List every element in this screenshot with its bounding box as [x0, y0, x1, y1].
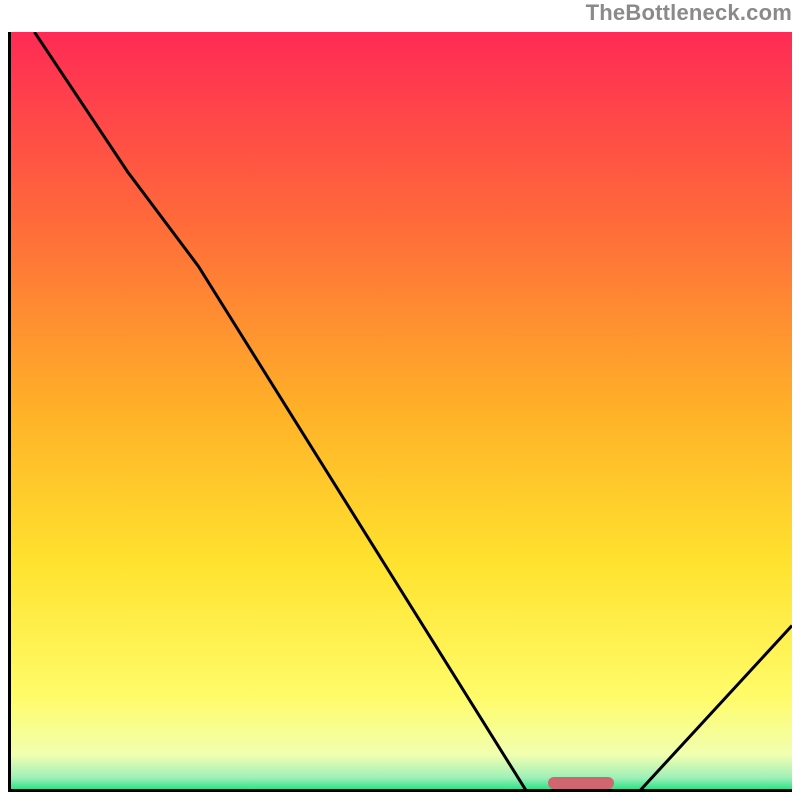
watermark-text: TheBottleneck.com: [586, 0, 792, 26]
curve-path: [34, 32, 792, 792]
optimal-marker: [548, 777, 614, 789]
chart-area: [8, 32, 792, 792]
bottleneck-curve: [11, 32, 792, 792]
